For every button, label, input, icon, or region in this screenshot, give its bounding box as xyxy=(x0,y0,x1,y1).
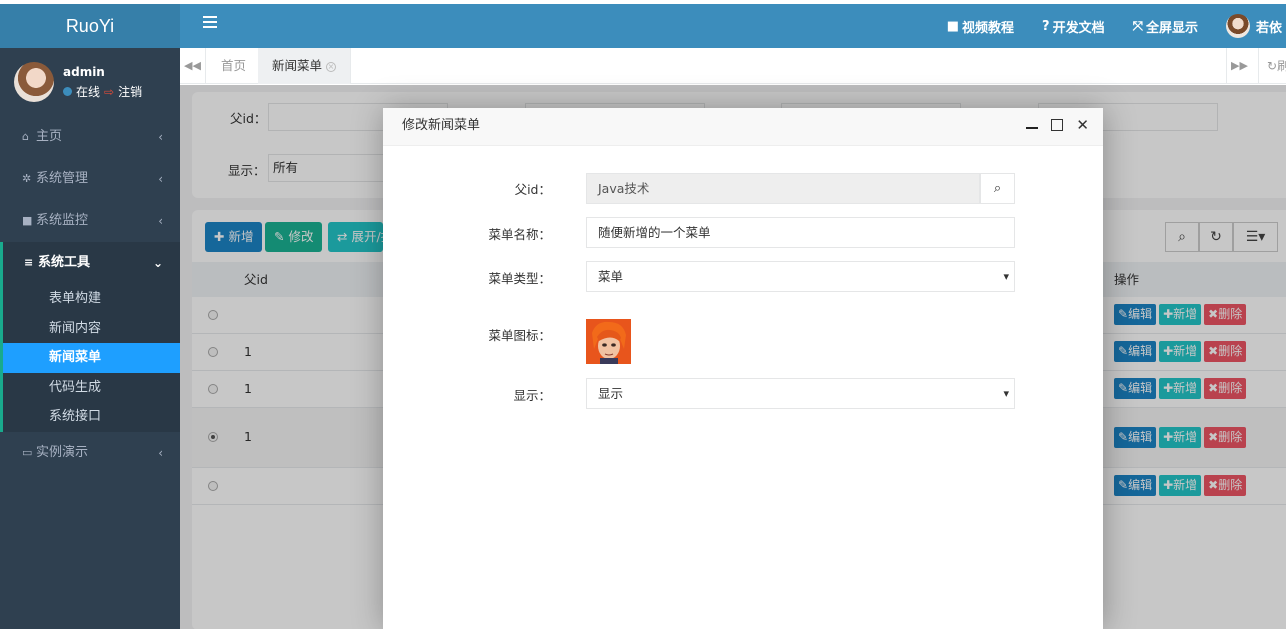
logout-link[interactable]: 注销 xyxy=(118,83,142,100)
menu-icon-label: 菜单图标： xyxy=(488,328,551,343)
tabs-bar: ◀◀ 首页 新闻菜单× ▶▶ ↻刷 xyxy=(180,48,1286,84)
list-icon: ≡ xyxy=(24,256,34,269)
show-select[interactable]: 显示 xyxy=(586,378,1015,409)
video-tutorial-link[interactable]: ■ 视频教程 xyxy=(947,17,1014,36)
fullscreen-link[interactable]: ⤧ 全屏显示 xyxy=(1133,17,1198,36)
menu-name-input[interactable]: 随便新增的一个菜单 xyxy=(586,217,1015,248)
parent-id-field[interactable]: Java技术 xyxy=(586,173,980,204)
dialog-title: 修改新闻菜单 xyxy=(402,118,481,133)
refresh-icon: ↻ xyxy=(1267,59,1278,73)
chevron-down-icon: ⌄ xyxy=(152,256,163,270)
menu-name-label: 菜单名称： xyxy=(488,227,551,242)
video-icon: ■ xyxy=(946,18,959,34)
edit-news-menu-dialog: 修改新闻菜单 ✕ 父id： Java技术 ⌕ 菜单名称： 随便新增的一个菜单 菜… xyxy=(383,108,1103,629)
avatar xyxy=(1226,14,1250,38)
chevron-left-icon: ‹ xyxy=(158,214,163,228)
sidebar-submenu: 表单构建 新闻内容 新闻菜单 代码生成 系统接口 xyxy=(0,284,180,432)
avatar-portrait-icon xyxy=(586,319,631,364)
sidebar-item-label: 主页 xyxy=(36,129,63,144)
submenu-item-news-menu[interactable]: 新闻菜单 xyxy=(3,343,180,373)
tab-scroll-right-icon[interactable]: ▶▶ xyxy=(1226,48,1252,84)
refresh-tab-button[interactable]: ↻刷 xyxy=(1258,48,1286,84)
sidebar-menu: ⌂ 主页 ‹ ✲ 系统管理 ‹ ■ 系统监控 ‹ ≡ 系统工具 ⌄ 表单构建 新闻内容 … xyxy=(0,116,180,474)
online-dot-icon xyxy=(63,87,72,96)
tab-news-menu[interactable]: 新闻菜单 × xyxy=(258,48,352,84)
parent-id-label: 父id： xyxy=(514,182,551,197)
logout-icon[interactable]: ⇨ xyxy=(104,85,114,99)
menu-toggle-icon[interactable] xyxy=(203,16,217,30)
gear-icon: ✲ xyxy=(22,172,32,185)
user-status: 在线 ⇨ 注销 xyxy=(63,83,142,100)
sidebar-item-system-tools[interactable]: ≡ 系统工具 ⌄ xyxy=(0,242,180,284)
sidebar-item-label: 实例演示 xyxy=(36,444,89,460)
tab-scroll-left-icon[interactable]: ◀◀ xyxy=(180,48,206,84)
dev-docs-link[interactable]: ? 开发文档 xyxy=(1042,17,1105,36)
sidebar-item-home[interactable]: ⌂ 主页 ‹ xyxy=(0,116,180,158)
user-name: admin xyxy=(63,65,105,79)
user-panel: admin 在线 ⇨ 注销 xyxy=(0,48,180,116)
close-icon[interactable]: × xyxy=(326,61,337,72)
desktop-icon: ▭ xyxy=(22,445,33,459)
link-label: 开发文档 xyxy=(1052,20,1105,36)
tab-label: 新闻菜单 xyxy=(272,58,323,73)
close-icon[interactable]: ✕ xyxy=(1076,118,1089,133)
sidebar-item-label: 系统工具 xyxy=(38,255,91,270)
avatar[interactable] xyxy=(14,62,54,102)
online-status: 在线 xyxy=(76,85,101,99)
app-logo[interactable]: RuoYi xyxy=(0,4,180,48)
topbar: ■ 视频教程 ? 开发文档 ⤧ 全屏显示 若依 xyxy=(180,4,1286,48)
chevron-left-icon: ‹ xyxy=(158,445,163,460)
link-label: 全屏显示 xyxy=(1145,20,1198,36)
minimize-icon[interactable] xyxy=(1026,127,1039,129)
link-label: 视频教程 xyxy=(962,20,1015,36)
refresh-label: 刷 xyxy=(1277,59,1286,73)
maximize-icon[interactable] xyxy=(1051,119,1064,131)
dialog-header: 修改新闻菜单 ✕ xyxy=(383,108,1103,146)
show-value: 显示 xyxy=(598,386,624,401)
menu-type-value: 菜单 xyxy=(598,269,624,284)
menu-type-select[interactable]: 菜单 xyxy=(586,261,1015,292)
search-icon: ⌕ xyxy=(993,181,1002,196)
chevron-left-icon: ‹ xyxy=(158,172,163,186)
menu-icon-image[interactable] xyxy=(586,319,631,364)
question-icon: ? xyxy=(1042,18,1050,34)
top-user-name: 若依 xyxy=(1256,20,1283,36)
submenu-item-system-api[interactable]: 系统接口 xyxy=(3,402,180,432)
parent-search-button[interactable]: ⌕ xyxy=(980,173,1015,204)
submenu-item-news-content[interactable]: 新闻内容 xyxy=(3,314,180,344)
show-label: 显示： xyxy=(513,388,551,403)
submenu-item-code-gen[interactable]: 代码生成 xyxy=(3,373,180,403)
submenu-item-form-builder[interactable]: 表单构建 xyxy=(3,284,180,314)
chevron-left-icon: ‹ xyxy=(158,130,163,144)
video-icon: ■ xyxy=(22,214,33,227)
sidebar-item-system-manage[interactable]: ✲ 系统管理 ‹ xyxy=(0,158,180,200)
dialog-controls: ✕ xyxy=(1026,118,1089,133)
sidebar-item-demo[interactable]: ▭ 实例演示 ‹ xyxy=(0,432,180,474)
fullscreen-icon: ⤧ xyxy=(1132,18,1143,34)
menu-type-label: 菜单类型： xyxy=(488,271,551,286)
sidebar-item-system-monitor[interactable]: ■ 系统监控 ‹ xyxy=(0,200,180,242)
tab-home[interactable]: 首页 xyxy=(207,48,262,84)
sidebar-item-label: 系统管理 xyxy=(36,171,89,186)
home-icon: ⌂ xyxy=(22,130,29,143)
top-user-menu[interactable]: 若依 xyxy=(1226,14,1286,38)
top-links: ■ 视频教程 ? 开发文档 ⤧ 全屏显示 若依 xyxy=(947,4,1286,48)
sidebar-item-label: 系统监控 xyxy=(36,213,89,228)
sidebar: RuoYi admin 在线 ⇨ 注销 ⌂ 主页 ‹ ✲ 系统管理 ‹ ■ 系统监控 … xyxy=(0,4,180,629)
